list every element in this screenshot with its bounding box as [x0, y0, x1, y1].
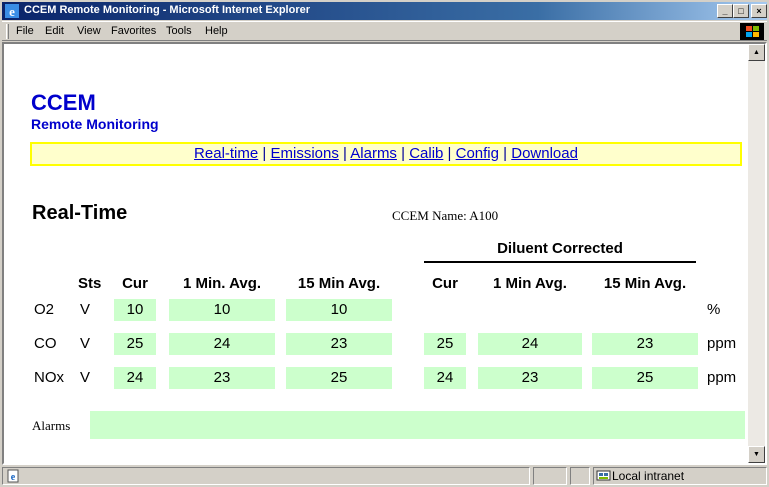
- nav-download-link[interactable]: Download: [511, 145, 578, 162]
- col-header-dil-1min: 1 Min Avg.: [493, 275, 567, 292]
- row-label-co: CO: [34, 335, 57, 352]
- menu-file[interactable]: File: [16, 25, 34, 37]
- alarms-field: [90, 411, 745, 439]
- value-cell: 24: [169, 333, 275, 355]
- diluent-rule: [424, 261, 696, 263]
- row-status-co: V: [80, 335, 91, 352]
- row-unit-nox: ppm: [707, 369, 737, 386]
- col-header-dil-cur: Cur: [432, 275, 458, 292]
- scroll-down-icon[interactable]: ▼: [748, 446, 765, 463]
- nav-separator: |: [447, 145, 452, 162]
- value-cell: 23: [592, 333, 698, 355]
- windows-logo-icon: [740, 23, 764, 40]
- col-header-15min: 15 Min Avg.: [297, 275, 381, 292]
- status-pane-main: e: [2, 467, 530, 485]
- value-cell: 25: [592, 367, 698, 389]
- status-zone-text: Local intranet: [612, 469, 685, 483]
- ie-icon: e: [5, 4, 19, 19]
- value-cell: 24: [424, 367, 466, 389]
- col-header-1min: 1 Min. Avg.: [182, 275, 262, 292]
- menu-favorites[interactable]: Favorites: [111, 25, 156, 37]
- toolbar-grip[interactable]: [6, 24, 9, 39]
- menu-view[interactable]: View: [77, 25, 101, 37]
- row-unit-co: ppm: [707, 335, 737, 352]
- nav-config-link[interactable]: Config: [456, 145, 499, 162]
- nav-calib-link[interactable]: Calib: [409, 145, 443, 162]
- value-cell: 10: [169, 299, 275, 321]
- col-header-dil-15min: 15 Min Avg.: [603, 275, 687, 292]
- svg-text:e: e: [11, 472, 16, 483]
- ccem-name-label: CCEM Name: A100: [392, 208, 499, 223]
- diluent-corrected-heading: Diluent Corrected: [497, 240, 623, 257]
- nav-emissions-link[interactable]: Emissions: [270, 145, 338, 162]
- value-cell: 25: [424, 333, 466, 355]
- menu-help[interactable]: Help: [205, 25, 228, 37]
- nav-separator: |: [401, 145, 406, 162]
- menu-edit[interactable]: Edit: [45, 25, 64, 37]
- value-cell: 25: [286, 367, 392, 389]
- intranet-icon: [596, 470, 611, 481]
- row-label-o2: O2: [34, 301, 55, 318]
- row-label-nox: NOx: [34, 369, 64, 386]
- nav-alarms-link[interactable]: Alarms: [350, 145, 397, 162]
- value-cell: 10: [286, 299, 392, 321]
- nav-separator: |: [503, 145, 508, 162]
- col-header-sts: Sts: [78, 275, 102, 292]
- status-bar: e Local intranet: [2, 467, 767, 485]
- close-button[interactable]: ×: [751, 4, 767, 18]
- value-cell: 25: [114, 333, 156, 355]
- page-title: Real-Time: [32, 202, 128, 224]
- page-icon: e: [7, 469, 19, 483]
- alarms-label: Alarms: [32, 418, 71, 433]
- row-status-o2: V: [80, 301, 91, 318]
- status-pane-3: [570, 467, 590, 485]
- menu-tools[interactable]: Tools: [166, 25, 192, 37]
- value-cell: 23: [169, 367, 275, 389]
- value-cell: 23: [286, 333, 392, 355]
- value-cell: 24: [478, 333, 582, 355]
- logo-subtitle: Remote Monitoring: [31, 116, 159, 132]
- svg-text:e: e: [9, 4, 15, 19]
- menu-bar: File Edit View Favorites Tools Help: [2, 21, 767, 41]
- minimize-button[interactable]: _: [717, 4, 733, 18]
- value-cell: 10: [114, 299, 156, 321]
- scroll-up-icon[interactable]: ▲: [748, 44, 765, 61]
- page-content: CCEM Remote Monitoring Real-time | Emiss…: [4, 44, 748, 463]
- nav-bar: Real-time | Emissions | Alarms | Calib |…: [30, 142, 742, 166]
- vertical-scrollbar[interactable]: ▲ ▼: [748, 44, 765, 463]
- value-cell: 23: [478, 367, 582, 389]
- nav-separator: |: [343, 145, 347, 162]
- title-bar[interactable]: e CCEM Remote Monitoring - Microsoft Int…: [2, 2, 767, 20]
- row-unit-o2: %: [707, 301, 721, 318]
- maximize-button[interactable]: □: [733, 4, 749, 18]
- window-title: CCEM Remote Monitoring - Microsoft Inter…: [24, 4, 311, 16]
- row-status-nox: V: [80, 369, 91, 386]
- col-header-cur: Cur: [122, 275, 148, 292]
- nav-separator: |: [262, 145, 267, 162]
- page-viewport: CCEM Remote Monitoring Real-time | Emiss…: [2, 42, 767, 465]
- value-cell: 24: [114, 367, 156, 389]
- logo-ccem: CCEM: [31, 90, 96, 115]
- nav-real-time-link[interactable]: Real-time: [194, 145, 258, 162]
- status-pane-2: [533, 467, 567, 485]
- browser-window: e CCEM Remote Monitoring - Microsoft Int…: [0, 0, 769, 487]
